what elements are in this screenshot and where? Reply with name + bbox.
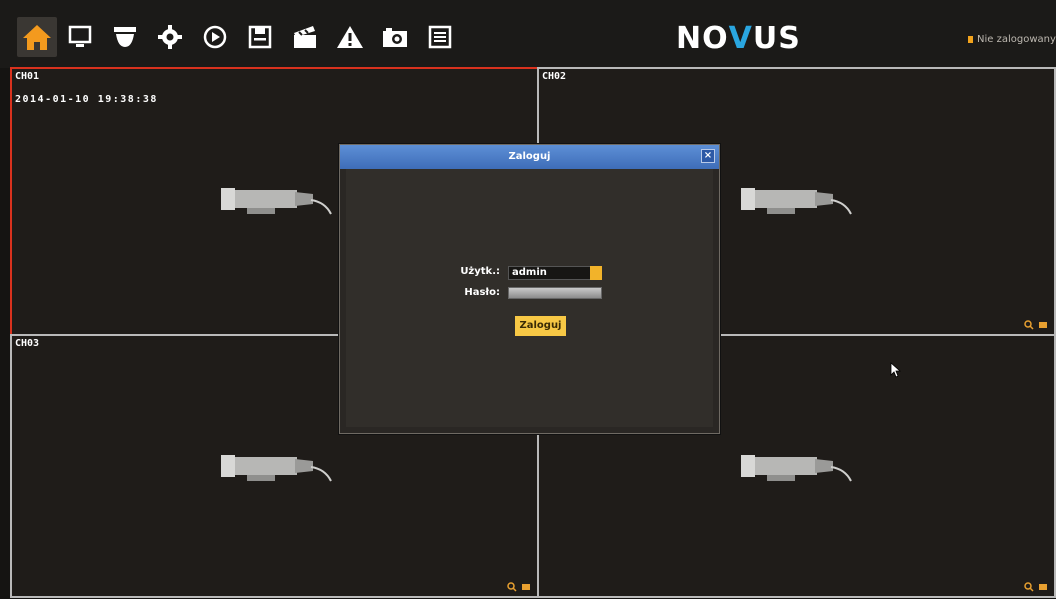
password-label: Hasło:	[464, 287, 500, 298]
login-status[interactable]: Nie zalogowany	[968, 34, 1056, 45]
close-button[interactable]: ×	[701, 149, 715, 163]
mouse-cursor-icon	[890, 362, 902, 378]
log-list-icon[interactable]	[420, 17, 460, 57]
channel-label: CH01	[15, 71, 40, 82]
camera-placeholder-icon	[741, 455, 852, 482]
dialog-title-bar[interactable]: Zaloguj ×	[340, 145, 719, 169]
top-toolbar: NO V US Nie zalogowany	[0, 0, 1056, 68]
logo-text-v: V	[728, 20, 753, 56]
logo-text-suffix: US	[752, 20, 801, 56]
user-select-value: admin	[512, 267, 547, 278]
camera-placeholder-icon	[741, 188, 852, 215]
login-dialog: Zaloguj × Użytk.: admin Hasło: Zaloguj	[339, 144, 720, 434]
pane-tools	[507, 582, 531, 592]
channel-label: CH02	[542, 71, 567, 82]
record-icon[interactable]	[521, 582, 531, 592]
dialog-body: Użytk.: admin Hasło: Zaloguj	[346, 169, 713, 427]
chevron-down-icon[interactable]	[590, 266, 602, 280]
zoom-icon[interactable]	[507, 582, 517, 592]
lock-icon	[968, 36, 973, 43]
camera-placeholder-icon	[221, 455, 332, 482]
camera-placeholder-icon	[221, 188, 332, 215]
channel-timestamp: 2014-01-10 19:38:38	[15, 94, 158, 105]
user-select[interactable]: admin	[508, 266, 602, 280]
ptz-camera-icon[interactable]	[105, 17, 145, 57]
logo-text: NO	[676, 20, 729, 56]
user-label: Użytk.:	[460, 266, 500, 277]
settings-gear-icon[interactable]	[150, 17, 190, 57]
password-input[interactable]	[508, 287, 602, 299]
record-icon[interactable]	[1038, 320, 1048, 330]
record-icon[interactable]	[1038, 582, 1048, 592]
home-icon[interactable]	[17, 17, 57, 57]
login-status-text: Nie zalogowany	[977, 34, 1056, 45]
pane-tools	[1024, 320, 1048, 330]
zoom-icon[interactable]	[1024, 320, 1034, 330]
playback-icon[interactable]	[195, 17, 235, 57]
novus-logo: NO V US	[676, 20, 801, 56]
channel-label: CH03	[15, 338, 40, 349]
zoom-icon[interactable]	[1024, 582, 1034, 592]
login-button[interactable]: Zaloguj	[515, 316, 566, 336]
pane-tools	[1024, 582, 1048, 592]
monitor-icon[interactable]	[60, 17, 100, 57]
snapshot-camera-icon[interactable]	[375, 17, 415, 57]
save-icon[interactable]	[240, 17, 280, 57]
clapper-icon[interactable]	[285, 17, 325, 57]
alarm-warning-icon[interactable]	[330, 17, 370, 57]
dialog-title: Zaloguj	[508, 151, 551, 162]
